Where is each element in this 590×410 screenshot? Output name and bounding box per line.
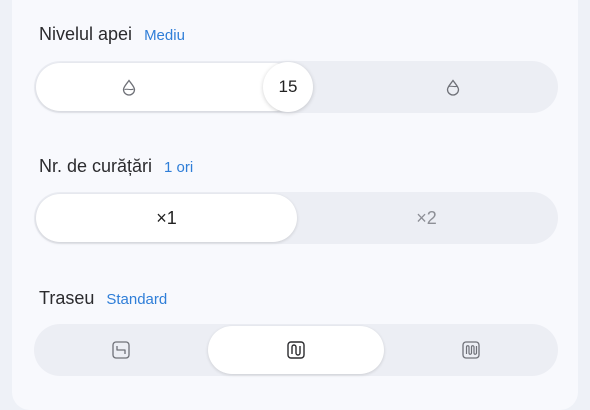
- deep-route-icon[interactable]: [384, 324, 558, 376]
- route-header: Traseu Standard: [39, 288, 167, 309]
- small-water-drop-icon[interactable]: [104, 61, 154, 113]
- water-level-value: Mediu: [144, 27, 185, 44]
- cleaning-count-title: Nr. de curățări: [39, 156, 153, 176]
- cleaning-count-option-1[interactable]: ×1: [36, 192, 297, 244]
- route-selector[interactable]: [34, 324, 558, 376]
- standard-route-icon[interactable]: [208, 324, 384, 376]
- water-level-title: Nivelul apei: [39, 24, 133, 44]
- water-level-slider-fill: [36, 63, 298, 111]
- cleaning-count-option-2[interactable]: ×2: [297, 192, 556, 244]
- route-title: Traseu: [39, 288, 95, 308]
- water-level-slider[interactable]: 15: [34, 61, 558, 113]
- water-level-slider-knob[interactable]: 15: [263, 62, 313, 112]
- quick-route-icon[interactable]: [34, 324, 208, 376]
- cleaning-count-header: Nr. de curățări 1 ori: [39, 156, 193, 177]
- route-value: Standard: [106, 291, 168, 308]
- water-level-slider-value: 15: [278, 77, 298, 96]
- cleaning-count-value: 1 ori: [164, 159, 194, 176]
- cleaning-count-selector[interactable]: ×1 ×2: [34, 192, 558, 244]
- water-level-header: Nivelul apei Mediu: [39, 24, 185, 45]
- large-water-drop-icon[interactable]: [428, 61, 478, 113]
